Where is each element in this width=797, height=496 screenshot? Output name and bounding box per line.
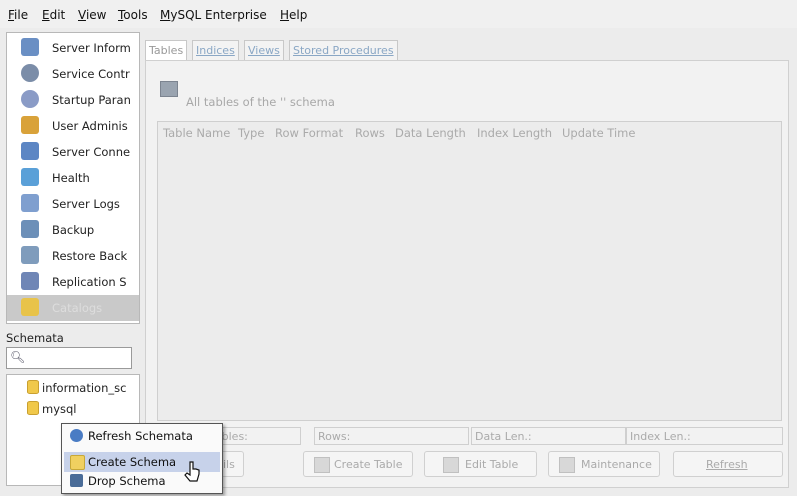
sidebar-item-label: Health (52, 171, 90, 185)
drop-schema-icon (70, 474, 83, 487)
sidebar-item-server-connections[interactable]: Server Conne (7, 139, 139, 165)
column-header-rows[interactable]: Rows (355, 126, 385, 140)
menu-item-label: Refresh Schemata (88, 429, 193, 443)
sidebar-item-label: Backup (52, 223, 95, 237)
menu-view[interactable]: View (78, 8, 106, 22)
column-header-type[interactable]: Type (238, 126, 264, 140)
column-header-index-length[interactable]: Index Length (477, 126, 552, 140)
tab-views[interactable]: Views (244, 40, 284, 61)
menu-item-refresh-schemata[interactable]: Refresh Schemata (64, 426, 220, 446)
menu-tools[interactable]: Tools (118, 8, 148, 22)
column-header-update-time[interactable]: Update Time (562, 126, 635, 140)
main-area: Tables Indices Views Stored Procedures A… (141, 34, 789, 488)
users-icon (21, 116, 39, 134)
sidebar-item-label: User Adminis (52, 119, 128, 133)
sidebar-item-label: Server Logs (52, 197, 120, 211)
menu-item-label: Drop Schema (88, 474, 166, 488)
schema-item-mysql[interactable]: mysql (27, 401, 77, 419)
tab-stored-procedures[interactable]: Stored Procedures (289, 40, 398, 61)
tab-tables[interactable]: Tables (145, 40, 188, 61)
refresh-button[interactable]: Refresh (673, 451, 783, 477)
database-icon (27, 380, 39, 394)
replication-icon (21, 272, 39, 290)
search-icon: 🔍︎ (10, 350, 26, 364)
sidebar-item-label: Server Conne (52, 145, 131, 159)
rows-count-field: Rows: (314, 427, 469, 445)
sidebar-item-replication-status[interactable]: Replication S (7, 269, 139, 295)
menu-file[interactable]: File (8, 8, 28, 22)
catalogs-folder-icon (21, 298, 39, 316)
sidebar-item-backup[interactable]: Backup (7, 217, 139, 243)
backup-icon (21, 220, 39, 238)
menu-mysql-enterprise[interactable]: MySQL Enterprise (160, 8, 267, 22)
menu-help[interactable]: Help (280, 8, 307, 22)
restore-icon (21, 246, 39, 264)
create-table-button[interactable]: Create Table (303, 451, 413, 477)
sidebar-item-health[interactable]: Health (7, 165, 139, 191)
sidebar-item-label: Service Contr (52, 67, 130, 81)
menu-edit[interactable]: Edit (42, 8, 65, 22)
tables-panel: All tables of the '' schema Table Name T… (145, 60, 789, 488)
edit-table-button[interactable]: Edit Table (424, 451, 537, 477)
sidebar-item-restore-backup[interactable]: Restore Back (7, 243, 139, 269)
sidebar-item-label: Restore Back (52, 249, 128, 263)
schema-item-label: mysql (42, 402, 77, 416)
server-info-icon (21, 38, 39, 56)
sidebar-item-startup-parameters[interactable]: Startup Paran (7, 87, 139, 113)
schema-item-label: information_sc (42, 381, 127, 395)
health-icon (21, 168, 39, 186)
maintenance-button[interactable]: Maintenance (548, 451, 660, 477)
data-length-field: Data Len.: (471, 427, 626, 445)
sidebar-item-label: Catalogs (52, 301, 103, 315)
service-control-icon (21, 64, 39, 82)
refresh-label: Refresh (706, 458, 748, 471)
sidebar-item-server-information[interactable]: Server Inform (7, 35, 139, 61)
sidebar-item-label: Replication S (52, 275, 127, 289)
sidebar-item-user-administration[interactable]: User Adminis (7, 113, 139, 139)
logs-icon (21, 194, 39, 212)
index-length-field: Index Len.: (626, 427, 783, 445)
table-icon (160, 81, 178, 97)
column-header-row-format[interactable]: Row Format (275, 126, 343, 140)
sidebar-item-label: Server Inform (52, 41, 131, 55)
edit-table-label: Edit Table (465, 458, 519, 471)
sidebar-item-service-control[interactable]: Service Contr (7, 61, 139, 87)
menu-bar: File Edit View Tools MySQL Enterprise He… (0, 0, 797, 28)
sidebar-item-catalogs[interactable]: Catalogs (7, 295, 139, 321)
column-header-table-name[interactable]: Table Name (163, 126, 230, 140)
create-table-icon (314, 457, 330, 473)
panel-title: All tables of the '' schema (186, 95, 335, 109)
create-schema-icon (70, 455, 85, 470)
mouse-cursor-icon (184, 461, 200, 482)
schemata-label: Schemata (6, 331, 64, 345)
connections-icon (21, 142, 39, 160)
sidebar-item-label: Startup Paran (52, 93, 131, 107)
sidebar-nav: Server Inform Service Contr Startup Para… (6, 32, 140, 324)
startup-parameters-icon (21, 90, 39, 108)
maintenance-icon (559, 457, 575, 473)
menu-item-label: Create Schema (88, 455, 177, 469)
tab-indices[interactable]: Indices (192, 40, 239, 61)
column-header-data-length[interactable]: Data Length (395, 126, 466, 140)
create-table-label: Create Table (334, 458, 403, 471)
details-button-label: ils (223, 458, 235, 471)
tables-grid[interactable]: Table Name Type Row Format Rows Data Len… (157, 121, 782, 421)
database-icon (27, 401, 39, 415)
edit-table-icon (443, 457, 459, 473)
schema-search-input[interactable]: 🔍︎ (6, 347, 132, 369)
schema-item-information-schema[interactable]: information_sc (27, 380, 126, 398)
sidebar-item-server-logs[interactable]: Server Logs (7, 191, 139, 217)
refresh-icon (70, 429, 83, 442)
maintenance-label: Maintenance (581, 458, 652, 471)
